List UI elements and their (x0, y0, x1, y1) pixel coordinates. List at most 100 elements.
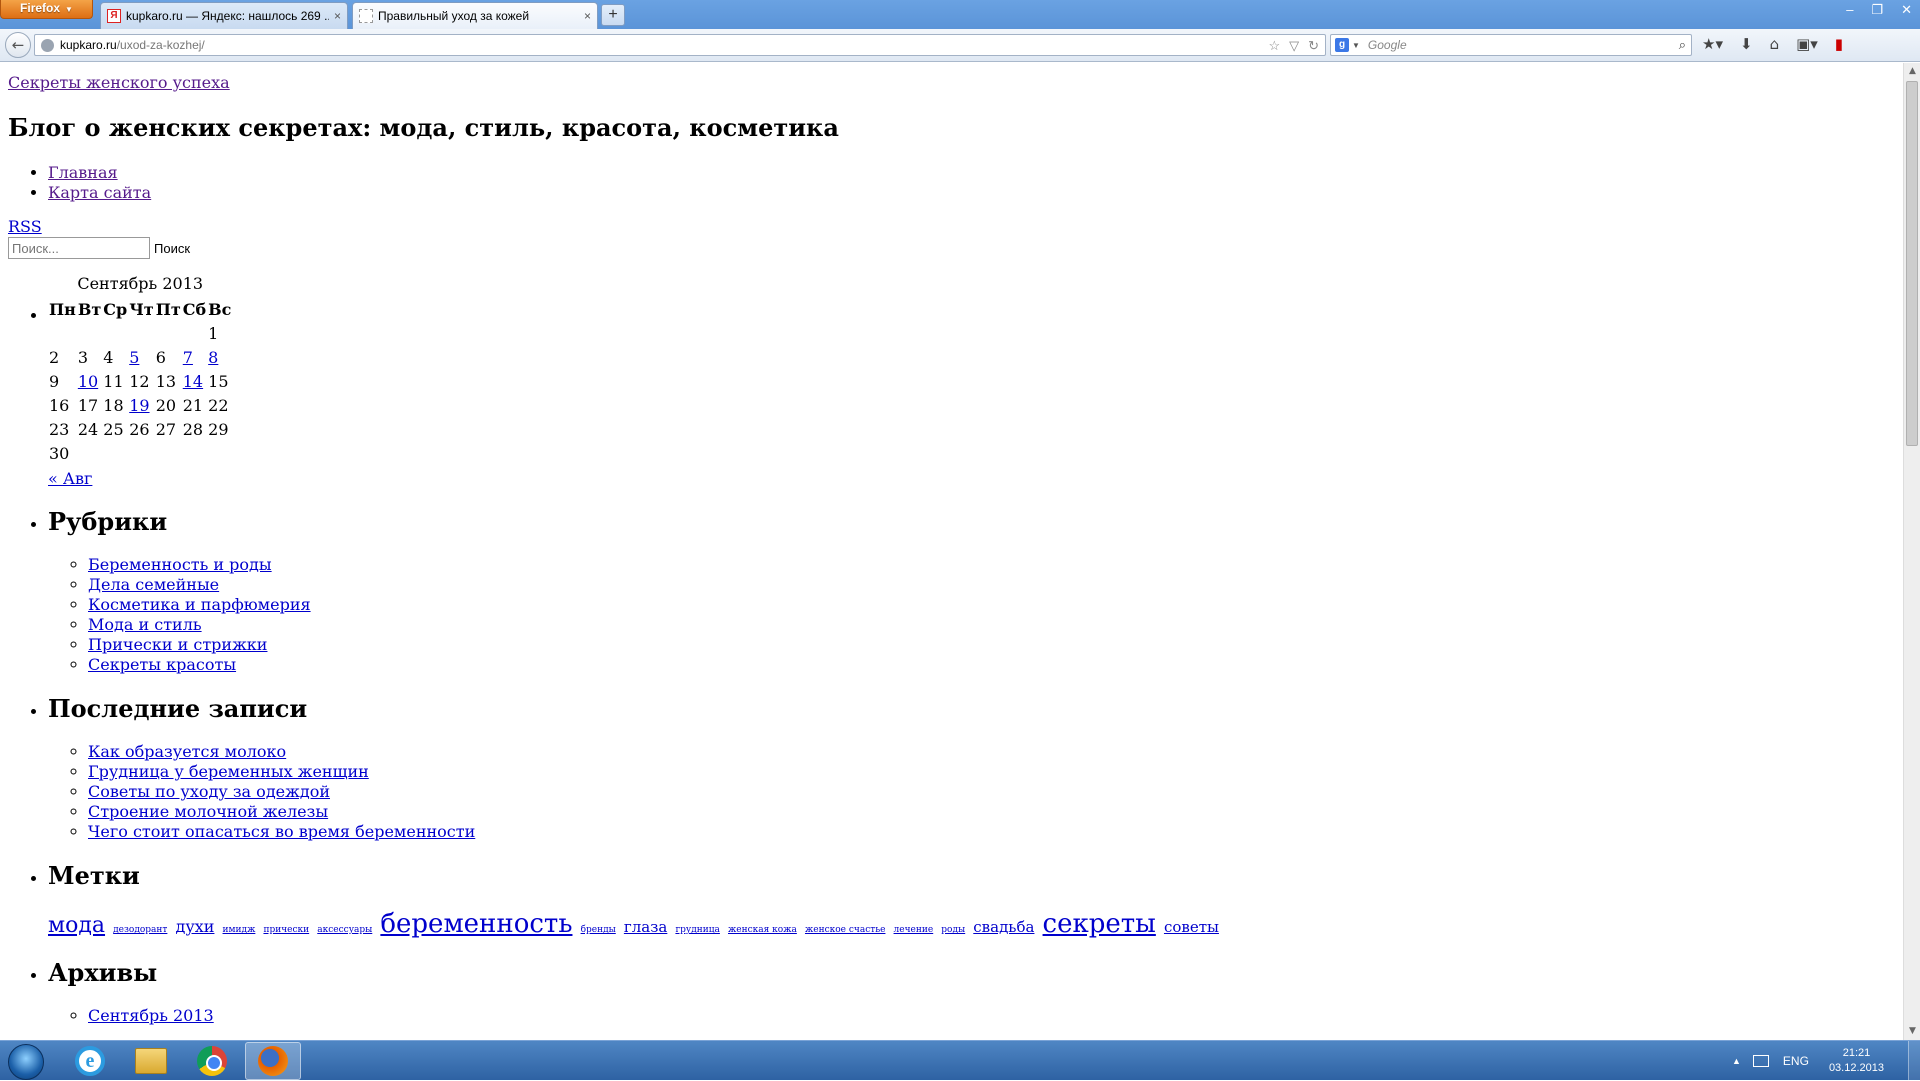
site-name-link[interactable]: Секреты женского успеха (8, 73, 1895, 92)
clock[interactable]: 21:21 03.12.2013 (1829, 1046, 1884, 1076)
category-link[interactable]: Дела семейные (88, 575, 219, 594)
category-link[interactable]: Беременность и роды (88, 555, 272, 574)
vertical-scrollbar[interactable]: ▲ ▼ (1903, 63, 1920, 1040)
archive-link[interactable]: Сентябрь 2013 (88, 1006, 214, 1025)
url-host: kupkaro.ru (60, 38, 117, 52)
calendar-day-cell: 29 (208, 419, 229, 439)
calendar-day-header: Ср (103, 299, 128, 319)
tray-expand-icon[interactable]: ▲ (1732, 1056, 1741, 1066)
tab-yandex[interactable]: Я kupkaro.ru — Яндекс: нашлось 269 ... × (100, 2, 348, 29)
tag-link[interactable]: духи (175, 917, 214, 936)
calendar-day-link[interactable]: 19 (129, 396, 149, 415)
menu-link-sitemap[interactable]: Карта сайта (48, 183, 151, 202)
tag-link[interactable]: женская кожа (728, 925, 797, 935)
calendar-day-cell: 27 (155, 419, 177, 439)
download-icon[interactable]: ⬇ (1740, 35, 1753, 53)
archives-widget: Архивы Сентябрь 2013 (48, 958, 1895, 1026)
bookmarks-icon[interactable]: ★▾ (1702, 35, 1723, 53)
recent-post-link[interactable]: Чего стоит опасаться во время беременнос… (88, 822, 475, 841)
show-desktop-button[interactable] (1908, 1041, 1920, 1081)
chevron-down-icon: ▼ (65, 5, 73, 14)
search-bar[interactable]: g ▼ Google ⌕ (1330, 34, 1692, 56)
scroll-down-arrow-icon[interactable]: ▼ (1904, 1023, 1920, 1040)
url-actions: ☆ ▽ ↻ (1268, 38, 1319, 54)
calendar-day-link[interactable]: 8 (208, 348, 218, 367)
category-link[interactable]: Секреты красоты (88, 655, 236, 674)
tag-link[interactable]: советы (1164, 918, 1219, 936)
reload-icon[interactable]: ↻ (1308, 38, 1319, 54)
list-item: Косметика и парфюмерия (88, 595, 1895, 615)
close-window-button[interactable]: ✕ (1901, 2, 1912, 18)
search-button[interactable]: Поиск (154, 241, 190, 256)
restore-button[interactable]: ❐ (1871, 2, 1883, 18)
calendar-day-link[interactable]: 7 (183, 348, 193, 367)
calendar-day-cell: 7 (182, 345, 207, 369)
calendar-prev-month-link[interactable]: « Авг (48, 469, 1895, 488)
calendar-day-cell: 20 (155, 395, 177, 415)
tab-active-page[interactable]: Правильный уход за кожей × (352, 2, 598, 29)
tag-link[interactable]: секреты (1043, 909, 1156, 939)
tag-link[interactable]: аксессуары (317, 925, 372, 935)
menu-link-home[interactable]: Главная (48, 163, 118, 182)
calendar-day-cell (102, 441, 128, 465)
list-item: Как образуется молоко (88, 742, 1895, 762)
category-link[interactable]: Косметика и парфюмерия (88, 595, 311, 614)
tag-link[interactable]: женское счастье (805, 925, 885, 935)
home-icon[interactable]: ⌂ (1770, 35, 1780, 53)
archives-list: Сентябрь 2013 (88, 1006, 1895, 1026)
rss-link[interactable]: RSS (8, 217, 1895, 236)
calendar-day-cell: 1 (208, 323, 219, 343)
tag-link[interactable]: глаза (624, 918, 667, 936)
tag-link[interactable]: имидж (223, 925, 256, 935)
calendar-day-link[interactable]: 10 (78, 372, 98, 391)
calendar-day-cell: 22 (208, 395, 229, 415)
tag-link[interactable]: грудница (675, 925, 719, 935)
category-link[interactable]: Мода и стиль (88, 615, 202, 634)
chevron-down-icon[interactable]: ▼ (1352, 41, 1360, 50)
recent-post-link[interactable]: Как образуется молоко (88, 742, 286, 761)
tag-link[interactable]: лечение (894, 925, 934, 935)
recent-posts-widget: Последние записи Как образуется молокоГр… (48, 694, 1895, 842)
taskbar-internet-explorer[interactable]: e (62, 1042, 118, 1080)
google-engine-icon[interactable]: g (1335, 38, 1349, 52)
address-bar[interactable]: kupkaro.ru/uxod-za-kozhej/ ☆ ▽ ↻ (34, 34, 1326, 56)
scrollbar-thumb[interactable] (1906, 81, 1918, 446)
calendar-day-link[interactable]: 5 (129, 348, 139, 367)
search-icon[interactable]: ⌕ (1679, 37, 1686, 53)
bookmark-star-icon[interactable]: ☆ (1268, 38, 1280, 54)
category-link[interactable]: Прически и стрижки (88, 635, 267, 654)
minimize-button[interactable]: – (1846, 2, 1853, 18)
adblock-icon[interactable]: ▮ (1835, 35, 1843, 53)
calendar-day-cell: 12 (129, 371, 150, 391)
taskbar-file-explorer[interactable] (123, 1042, 179, 1080)
blog-title: Блог о женских секретах: мода, стиль, кр… (8, 113, 839, 142)
tag-link[interactable]: свадьба (973, 918, 1034, 936)
tag-link[interactable]: дезодорант (113, 925, 167, 935)
search-bar-placeholder: Google (1367, 38, 1407, 52)
tag-link[interactable]: прически (263, 925, 309, 935)
taskbar-firefox[interactable] (245, 1042, 301, 1080)
close-icon[interactable]: × (334, 9, 341, 23)
scroll-up-arrow-icon[interactable]: ▲ (1904, 63, 1920, 80)
search-input[interactable] (8, 237, 150, 259)
firefox-menu-button[interactable]: Firefox ▼ (0, 0, 93, 19)
recent-post-link[interactable]: Строение молочной железы (88, 802, 328, 821)
history-dropdown-icon[interactable]: ▽ (1289, 38, 1299, 54)
tag-link[interactable]: роды (941, 925, 965, 935)
tag-link[interactable]: мода (48, 913, 105, 938)
sidebar-icon[interactable]: ▣▾ (1796, 35, 1818, 53)
new-tab-button[interactable]: + (601, 4, 625, 26)
title-bar: Firefox ▼ Я kupkaro.ru — Яндекс: нашлось … (0, 0, 1920, 29)
back-button[interactable]: ← (5, 32, 31, 58)
start-button[interactable] (8, 1044, 44, 1080)
calendar-day-link[interactable]: 14 (183, 372, 203, 391)
tag-link[interactable]: беременность (380, 909, 572, 939)
taskbar-chrome[interactable] (184, 1042, 240, 1080)
calendar-day-cell: 2 (49, 347, 60, 367)
tag-link[interactable]: бренды (581, 925, 616, 935)
recent-post-link[interactable]: Грудница у беременных женщин (88, 762, 369, 781)
language-indicator[interactable]: ENG (1783, 1054, 1809, 1068)
close-icon[interactable]: × (584, 9, 591, 23)
recent-post-link[interactable]: Советы по уходу за одеждой (88, 782, 330, 801)
network-icon[interactable] (1752, 1055, 1769, 1067)
